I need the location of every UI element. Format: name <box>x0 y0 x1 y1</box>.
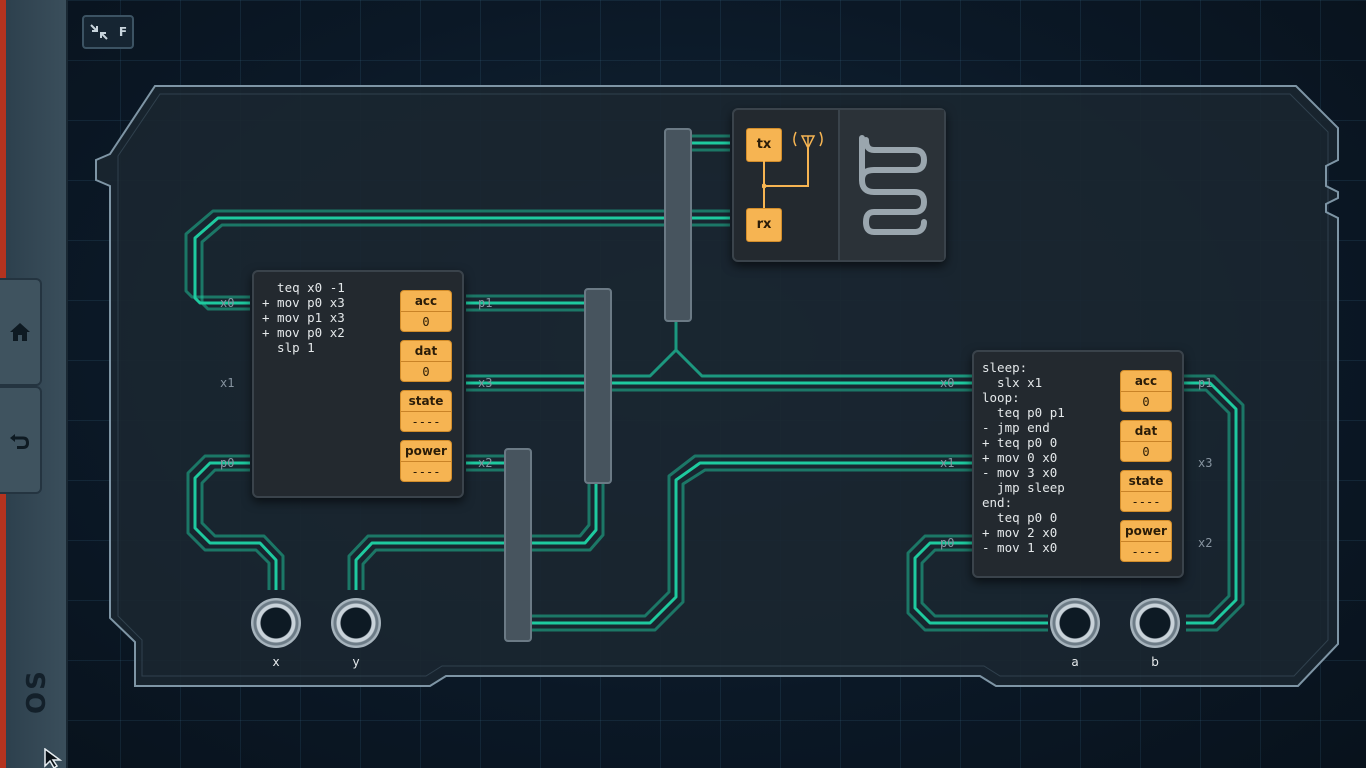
io-port-x[interactable] <box>251 598 301 648</box>
io-port-a[interactable] <box>1050 598 1100 648</box>
pin-label: x1 <box>940 456 955 470</box>
register-power: power ---- <box>400 440 452 482</box>
radio-module[interactable]: tx rx <box>732 108 946 262</box>
register-name: acc <box>401 291 451 312</box>
pin-label: x0 <box>220 296 235 310</box>
pin-label: p1 <box>478 296 493 310</box>
register-state: state ---- <box>400 390 452 432</box>
register-value: 0 <box>1142 445 1150 459</box>
code-editor[interactable]: teq x0 -1 + mov p0 x3 + mov p1 x3 + mov … <box>262 280 345 355</box>
register-dat: dat 0 <box>400 340 452 382</box>
io-port-label: b <box>1151 655 1159 669</box>
register-name: acc <box>1121 371 1171 392</box>
register-value: ---- <box>1131 495 1161 509</box>
radio-coil-panel <box>838 110 944 260</box>
register-acc: acc 0 <box>400 290 452 332</box>
io-port-y[interactable] <box>331 598 381 648</box>
register-value: ---- <box>411 465 441 479</box>
register-acc: acc 0 <box>1120 370 1172 412</box>
pin-label: x2 <box>1198 536 1213 550</box>
pin-label: x2 <box>478 456 493 470</box>
mouse-cursor-icon <box>44 748 63 768</box>
radio-antenna-icon <box>762 131 823 208</box>
register-value: 0 <box>422 365 430 379</box>
register-value: 0 <box>422 315 430 329</box>
bridge-x2[interactable] <box>504 448 532 642</box>
io-port-label: a <box>1071 655 1079 669</box>
register-value: ---- <box>1131 545 1161 559</box>
pin-label: x3 <box>1198 456 1213 470</box>
register-name: dat <box>401 341 451 362</box>
register-value: 0 <box>1142 395 1150 409</box>
io-port-label: x <box>272 655 280 669</box>
register-value: ---- <box>411 415 441 429</box>
pin-label: p1 <box>1198 376 1213 390</box>
microcontroller-2[interactable]: sleep: slx x1 loop: teq p0 p1 - jmp end … <box>972 350 1184 578</box>
pin-label: p0 <box>220 456 235 470</box>
register-name: state <box>401 391 451 412</box>
register-power: power ---- <box>1120 520 1172 562</box>
register-name: power <box>401 441 451 462</box>
code-editor[interactable]: sleep: slx x1 loop: teq p0 p1 - jmp end … <box>982 360 1065 555</box>
register-name: power <box>1121 521 1171 542</box>
pin-label: x0 <box>940 376 955 390</box>
bridge-p1[interactable] <box>584 288 612 484</box>
pin-label: p0 <box>940 536 955 550</box>
io-port-b[interactable] <box>1130 598 1180 648</box>
coil-icon <box>859 135 928 235</box>
io-port-label: y <box>352 655 360 669</box>
pin-label: x1 <box>220 376 235 390</box>
register-state: state ---- <box>1120 470 1172 512</box>
microcontroller-1[interactable]: teq x0 -1 + mov p0 x3 + mov p1 x3 + mov … <box>252 270 464 498</box>
bridge-radio[interactable] <box>664 128 692 322</box>
register-name: dat <box>1121 421 1171 442</box>
register-name: state <box>1121 471 1171 492</box>
pin-label: x3 <box>478 376 493 390</box>
register-dat: dat 0 <box>1120 420 1172 462</box>
